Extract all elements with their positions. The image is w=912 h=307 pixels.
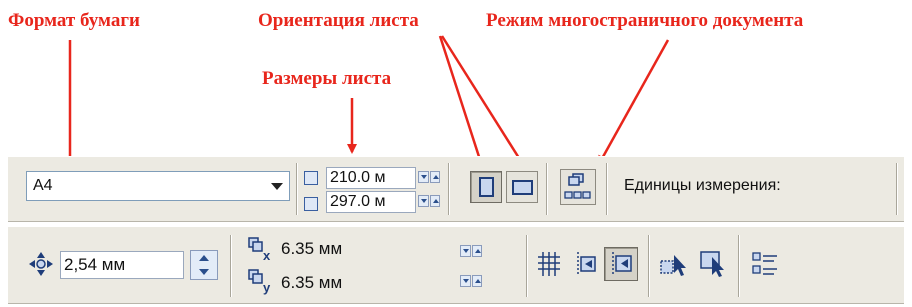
snap-to-objects-button[interactable]: [604, 247, 638, 281]
multipage-icon: [564, 173, 591, 199]
landscape-button[interactable]: [506, 171, 538, 203]
chevron-down-icon[interactable]: [271, 183, 283, 190]
snap-to-objects-icon: [612, 252, 632, 276]
nudge-icon: [29, 252, 53, 276]
separator: [896, 163, 898, 215]
duplicate-y-axis: y: [263, 280, 271, 295]
separator: [738, 235, 740, 297]
separator: [230, 235, 232, 297]
width-spinner[interactable]: [418, 171, 440, 183]
height-icon: [304, 197, 318, 211]
separator: [526, 235, 528, 297]
portrait-button[interactable]: [470, 171, 502, 203]
height-spinner[interactable]: [418, 195, 440, 207]
duplicate-y-spinner[interactable]: [460, 275, 482, 287]
paper-format-value: A4: [33, 177, 53, 194]
nudge-field[interactable]: 2,54 мм: [60, 251, 184, 279]
options-list-icon[interactable]: [750, 249, 780, 279]
units-label: Единицы измерения:: [624, 177, 781, 194]
nudge-toolbar: 2,54 мм x 6.35 мм y 6.35 мм: [8, 226, 904, 304]
separator: [648, 235, 650, 297]
duplicate-x-field[interactable]: 6.35 мм: [278, 239, 452, 261]
multipage-button[interactable]: [560, 169, 596, 205]
annotation-sheet-size: Размеры листа: [262, 68, 392, 89]
arrow-multipage: [597, 39, 670, 166]
separator: [448, 163, 450, 215]
annotation-multipage-mode: Режим многостраничного документа: [486, 10, 804, 31]
duplicate-x-axis: x: [263, 248, 271, 263]
separator: [296, 163, 298, 215]
duplicate-x-spinner[interactable]: [460, 245, 482, 257]
landscape-icon: [512, 180, 533, 195]
pick-tool-icon[interactable]: [658, 249, 688, 279]
arrow-landscape: [440, 35, 526, 168]
annotation-sheet-orientation: Ориентация листа: [258, 10, 419, 31]
separator: [546, 163, 548, 215]
portrait-icon: [479, 177, 494, 197]
nudge-spinner[interactable]: [190, 250, 218, 280]
property-bar: A4 210.0 м 297.0 м Единицы измерения:: [8, 156, 904, 222]
duplicate-y-field[interactable]: 6.35 мм: [278, 273, 452, 295]
duplicate-y-icon: y: [248, 269, 271, 295]
duplicate-x-icon: x: [248, 237, 271, 263]
paper-format-select[interactable]: A4: [26, 171, 290, 201]
width-icon: [304, 171, 318, 185]
height-field[interactable]: 297.0 м: [326, 191, 416, 213]
annotation-paper-format: Формат бумаги: [8, 10, 140, 31]
separator: [606, 163, 608, 215]
snap-to-guidelines-icon[interactable]: [570, 249, 600, 279]
snap-to-grid-icon[interactable]: [534, 249, 564, 279]
arrow-portrait: [438, 35, 485, 168]
width-field[interactable]: 210.0 м: [326, 167, 416, 189]
select-inside-icon[interactable]: [698, 249, 728, 279]
